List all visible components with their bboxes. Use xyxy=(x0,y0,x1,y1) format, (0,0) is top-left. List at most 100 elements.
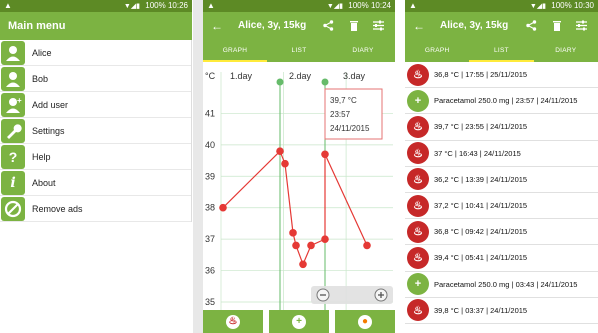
menu-item-label: Bob xyxy=(32,73,49,84)
list-item-text: 36,2 °C | 13:39 | 24/11/2015 xyxy=(434,174,528,184)
tooltip-time: 23:57 xyxy=(330,110,351,119)
menu-item-add-user[interactable]: + Add user xyxy=(0,92,191,118)
flame-icon: ♨ xyxy=(407,299,429,322)
signal-icon: ▼◢▮ xyxy=(123,3,141,10)
menu-item-label: Remove ads xyxy=(32,203,83,214)
tab-diary[interactable]: DIARY xyxy=(331,40,395,62)
entry-list: ♨ 36,8 °C | 17:55 | 25/11/2015 + Paracetamo… xyxy=(405,62,598,324)
y-tick-label: 35 xyxy=(205,297,215,307)
day-label: 3.day xyxy=(343,71,366,81)
graph-screen: ▲ ▼◢▮ 100% 10:24 ← Alice, 3y, 15kg GRAPH… xyxy=(203,0,395,333)
drawer-shadow xyxy=(193,0,203,333)
list-screen: ▲ ▼◢▮ 100% 10:30 ← Alice, 3y, 15kg GRAPH… xyxy=(405,0,598,333)
temperature-point[interactable] xyxy=(321,150,329,159)
svg-text:+: + xyxy=(17,96,22,105)
share-icon[interactable] xyxy=(526,12,537,40)
menu-item-label: Settings xyxy=(32,125,65,136)
temperature-point[interactable] xyxy=(276,147,284,155)
menu-item-bob[interactable]: Bob xyxy=(0,66,191,92)
list-item[interactable]: ♨ 39,7 °C | 23:55 | 24/11/2015 xyxy=(405,114,598,141)
info-icon: i xyxy=(1,170,25,195)
tab-list[interactable]: LIST xyxy=(267,40,331,62)
tab-list[interactable]: LIST xyxy=(469,40,534,62)
y-tick-label: 40 xyxy=(205,140,215,150)
list-item-text: Paracetamol 250.0 mg | 03:43 | 24/11/201… xyxy=(434,279,578,289)
list-item[interactable]: ♨ 39,8 °C | 03:37 | 24/11/2015 xyxy=(405,298,598,324)
menu-item-settings[interactable]: Settings xyxy=(0,118,191,144)
temperature-point[interactable] xyxy=(219,203,227,212)
medication-marker[interactable] xyxy=(321,78,329,86)
menu-item-label: Add user xyxy=(32,99,69,110)
temperature-point[interactable] xyxy=(321,235,329,243)
tab-bar: GRAPH LIST DIARY xyxy=(405,40,598,62)
tab-diary[interactable]: DIARY xyxy=(534,40,598,62)
unit-label: °C xyxy=(205,71,216,81)
list-item[interactable]: ♨ 36,8 °C | 09:42 | 24/11/2015 xyxy=(405,219,598,246)
plus-icon: + xyxy=(407,273,429,296)
delete-icon[interactable] xyxy=(552,12,562,40)
zoom-out-button[interactable] xyxy=(316,288,330,302)
action-bar: ← Alice, 3y, 15kg xyxy=(405,12,598,40)
menu-item-alice[interactable]: Alice xyxy=(0,40,191,66)
list-item[interactable]: ♨ 36,8 °C | 17:55 | 25/11/2015 xyxy=(405,62,598,89)
flame-icon: ♨ xyxy=(407,246,429,269)
list-item-text: 39,7 °C | 23:55 | 24/11/2015 xyxy=(434,122,528,132)
temperature-point[interactable] xyxy=(299,260,307,269)
menu-title: Main menu xyxy=(0,12,192,40)
delete-icon[interactable] xyxy=(349,12,359,40)
temperature-point[interactable] xyxy=(289,229,297,237)
main-menu-screen: ▲ ▼◢▮ 100% 10:26 Main menu Alice Bob + A… xyxy=(0,0,192,333)
battery-level: 100% xyxy=(145,1,166,10)
filter-settings-icon[interactable] xyxy=(373,12,384,40)
tab-graph[interactable]: GRAPH xyxy=(405,40,469,62)
add-temperature-button[interactable]: ♨ xyxy=(203,310,263,333)
list-item-text: 36,8 °C | 17:55 | 25/11/2015 xyxy=(434,70,528,80)
menu-item-help[interactable]: ? Help xyxy=(0,144,191,170)
temperature-chart[interactable]: °C 1.day 2.day 3.day 41 40 39 38 37 36 35 39,7 °… xyxy=(203,62,395,312)
list-item[interactable]: ♨ 37,2 °C | 10:41 | 24/11/2015 xyxy=(405,193,598,220)
temperature-point[interactable] xyxy=(281,159,289,168)
day-label: 1.day xyxy=(230,71,253,81)
user-icon xyxy=(1,66,25,91)
list-item[interactable]: ♨ 36,2 °C | 13:39 | 24/11/2015 xyxy=(405,167,598,193)
warning-icon: ▲ xyxy=(409,1,417,10)
list-item[interactable]: + Paracetamol 250.0 mg | 23:57 | 24/11/20… xyxy=(405,88,598,115)
list-item-text: 39,4 °C | 05:41 | 24/11/2015 xyxy=(434,253,528,263)
tooltip-temp: 39,7 °C xyxy=(330,96,357,105)
list-item-text: 39,8 °C | 03:37 | 24/11/2015 xyxy=(434,305,528,315)
back-arrow-icon[interactable]: ← xyxy=(413,12,425,40)
temperature-point[interactable] xyxy=(363,241,371,250)
filter-settings-icon[interactable] xyxy=(576,12,587,40)
battery-level: 100% xyxy=(348,1,369,10)
y-tick-label: 39 xyxy=(205,171,215,181)
warning-icon: ▲ xyxy=(207,1,215,10)
back-arrow-icon[interactable]: ← xyxy=(211,12,223,40)
menu-item-remove-ads[interactable]: Remove ads xyxy=(0,196,191,222)
temperature-point[interactable] xyxy=(307,241,315,250)
status-bar: ▲ ▼◢▮ 100% 10:24 xyxy=(203,0,395,12)
no-ads-icon xyxy=(1,196,25,221)
signal-icon: ▼◢▮ xyxy=(326,3,344,10)
share-icon[interactable] xyxy=(323,12,334,40)
profile-title: Alice, 3y, 15kg xyxy=(238,20,307,31)
flame-icon: ♨ xyxy=(407,63,429,86)
menu-item-about[interactable]: i About xyxy=(0,170,191,196)
plus-icon: + xyxy=(292,314,306,329)
temperature-point[interactable] xyxy=(292,241,300,250)
medication-marker[interactable] xyxy=(276,78,284,86)
list-item-text: 36,8 °C | 09:42 | 24/11/2015 xyxy=(434,227,528,237)
diary-icon: ● xyxy=(358,314,372,329)
list-item[interactable]: ♨ 39,4 °C | 05:41 | 24/11/2015 xyxy=(405,245,598,272)
wrench-icon xyxy=(1,118,25,143)
add-diary-button[interactable]: ● xyxy=(335,310,395,333)
add-medication-button[interactable]: + xyxy=(269,310,329,333)
list-item[interactable]: ♨ 37 °C | 16:43 | 24/11/2015 xyxy=(405,141,598,167)
status-bar: ▲ ▼◢▮ 100% 10:30 xyxy=(405,0,598,12)
list-item[interactable]: + Paracetamol 250.0 mg | 03:43 | 24/11/20… xyxy=(405,272,598,298)
zoom-in-button[interactable] xyxy=(374,288,388,302)
y-tick-label: 36 xyxy=(205,266,215,276)
flame-icon: ♨ xyxy=(407,194,429,217)
y-tick-label: 38 xyxy=(205,203,215,213)
tab-graph[interactable]: GRAPH xyxy=(203,40,267,62)
flame-icon: ♨ xyxy=(407,142,429,165)
